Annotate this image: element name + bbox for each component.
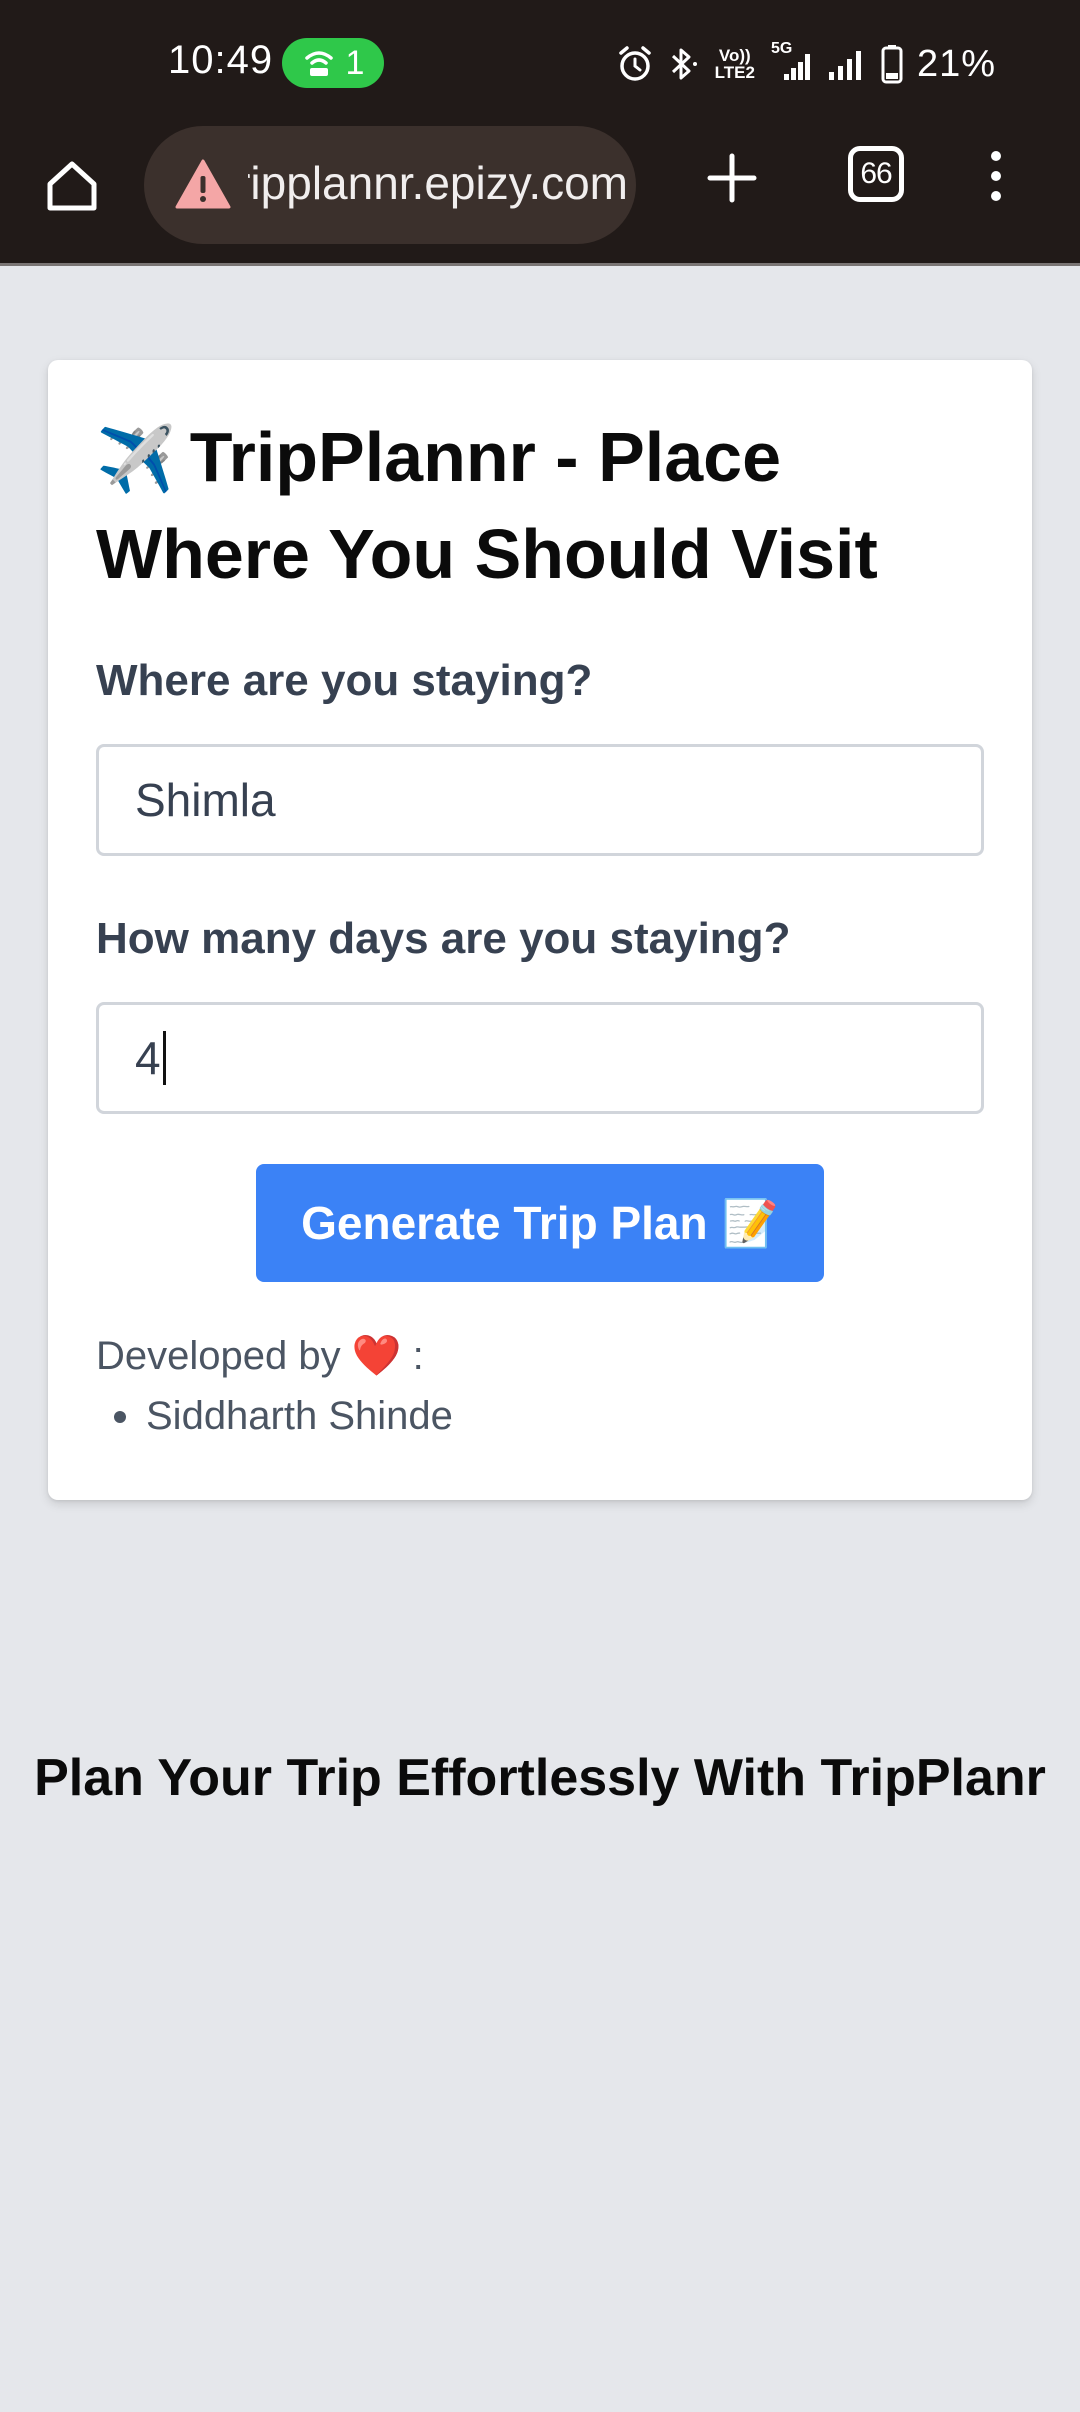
developed-by-colon: : bbox=[412, 1334, 424, 1378]
more-menu-icon[interactable] bbox=[982, 148, 1010, 204]
bullet-icon bbox=[114, 1410, 126, 1423]
heart-icon: ❤️ bbox=[351, 1334, 402, 1378]
status-time: 10:49 bbox=[168, 38, 274, 82]
url-bar[interactable]: tripplannr.epizy.com bbox=[144, 126, 636, 244]
list-item: Siddharth Shinde bbox=[96, 1394, 453, 1439]
days-input-value: 4 bbox=[135, 1032, 161, 1084]
page-title: ✈️ TripPlannr - Place Where You Should Vi… bbox=[96, 410, 976, 602]
battery-icon bbox=[881, 44, 903, 84]
signal-5g-icon: 5G bbox=[769, 40, 813, 82]
new-tab-icon[interactable] bbox=[704, 150, 760, 206]
staying-input-value: Shimla bbox=[135, 774, 276, 826]
alarm-icon bbox=[617, 45, 653, 83]
hotspot-badge: 1 bbox=[282, 38, 384, 88]
generate-trip-plan-button[interactable]: Generate Trip Plan 📝 bbox=[256, 1164, 824, 1282]
developer-list: Siddharth Shinde bbox=[96, 1394, 453, 1439]
volte-indicator: Vo)) LTE2 bbox=[714, 46, 755, 82]
staying-label: Where are you staying? bbox=[96, 656, 593, 705]
memo-icon: 📝 bbox=[721, 1196, 779, 1249]
bluetooth-icon bbox=[667, 45, 701, 83]
page-title-text: TripPlannr - Place Where You Should Visi… bbox=[96, 418, 878, 593]
days-input[interactable]: 4 bbox=[96, 1002, 984, 1114]
hotspot-count: 1 bbox=[345, 43, 365, 82]
developer-name: Siddharth Shinde bbox=[146, 1394, 453, 1438]
status-bar: 10:49 1 Vo)) LTE2 5G 21% bbox=[0, 0, 1080, 126]
network-type-label: 5G bbox=[770, 40, 793, 57]
battery-percent: 21% bbox=[916, 42, 996, 85]
airplane-icon: ✈️ bbox=[96, 423, 176, 495]
home-icon[interactable] bbox=[40, 154, 104, 218]
developed-by-text: Developed by bbox=[96, 1334, 341, 1378]
generate-button-label: Generate Trip Plan bbox=[301, 1197, 708, 1249]
developed-by-line: Developed by ❤️ : bbox=[96, 1332, 424, 1379]
url-text[interactable]: tripplannr.epizy.com bbox=[248, 156, 628, 210]
tab-switcher-button[interactable]: 66 bbox=[848, 146, 904, 202]
trip-form-card: ✈️ TripPlannr - Place Where You Should Vi… bbox=[48, 360, 1032, 1500]
hotspot-icon bbox=[302, 48, 336, 78]
browser-toolbar: tripplannr.epizy.com 66 bbox=[0, 126, 1080, 266]
text-caret bbox=[162, 1031, 166, 1085]
signal-icon bbox=[827, 46, 867, 82]
footer-tagline: Plan Your Trip Effortlessly With TripPla… bbox=[34, 1749, 1046, 1807]
staying-input[interactable]: Shimla bbox=[96, 744, 984, 856]
days-label: How many days are you staying? bbox=[96, 914, 791, 963]
warning-icon[interactable] bbox=[174, 158, 232, 210]
